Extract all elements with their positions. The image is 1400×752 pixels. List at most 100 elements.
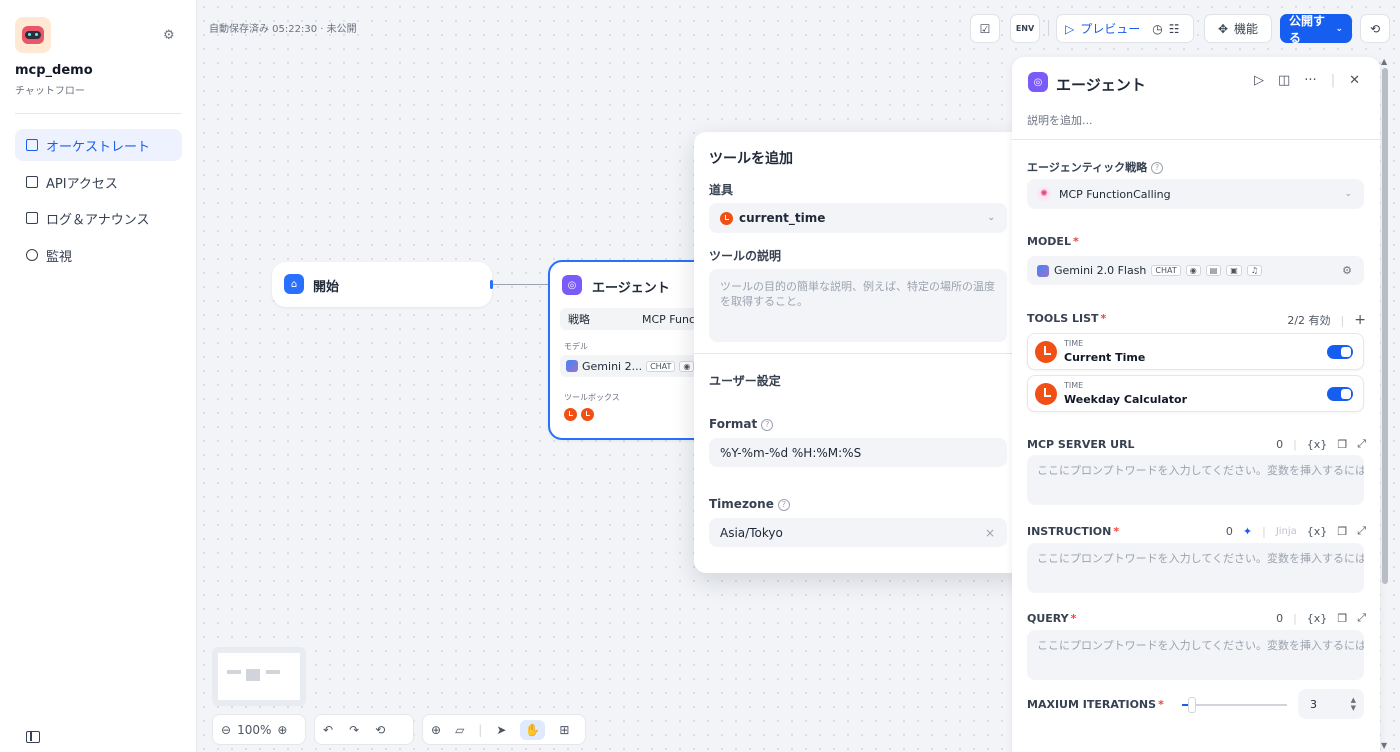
sparkle-icon[interactable]: ✦ [1243, 525, 1252, 538]
model-settings-icon[interactable]: ⚙ [1342, 264, 1352, 277]
tool-toggle[interactable] [1327, 387, 1353, 401]
required-mark: * [1113, 525, 1120, 538]
copy-icon[interactable]: ❐ [1337, 525, 1347, 538]
tool-separator: | [478, 722, 483, 737]
terminal-icon [26, 176, 38, 188]
iterations-input[interactable]: 3 ▲ ▼ [1298, 689, 1364, 719]
app-icon[interactable] [15, 17, 51, 53]
sidebar-divider [15, 113, 182, 114]
slider-handle[interactable] [1188, 697, 1196, 713]
format-input[interactable]: %Y-%m-%d %H:%M:%S [709, 438, 1007, 467]
timezone-select[interactable]: Asia/Tokyo × [709, 518, 1007, 547]
description-input[interactable]: 説明を追加... [1027, 112, 1093, 128]
add-node-icon[interactable]: ⊕ [431, 723, 441, 737]
help-icon[interactable]: ? [777, 499, 790, 511]
instruction-input[interactable]: ここにプロンプトワードを入力してください。変数を挿入するには「{」を、... [1027, 543, 1364, 593]
mcp-url-label: MCP SERVER URL [1027, 438, 1135, 451]
history-icon[interactable]: ⟲ [375, 723, 385, 737]
env-button[interactable]: ENV [1010, 14, 1040, 43]
add-tool-icon[interactable]: + [1354, 312, 1366, 328]
expand-icon[interactable]: ⤢ [1357, 437, 1366, 451]
iterations-label-text: MAXIUM ITERATIONS [1027, 698, 1157, 711]
orchestrate-icon [26, 139, 38, 151]
start-node[interactable]: ⌂ 開始 [272, 262, 492, 307]
chevron-down-icon: ⌄ [987, 213, 995, 223]
tool-category: TIME [1064, 339, 1084, 348]
sidebar-item-logs[interactable]: ログ＆アナウンス [15, 202, 182, 234]
jinja-toggle[interactable]: Jinja [1276, 526, 1297, 537]
model-select[interactable]: Gemini 2.0 Flash CHAT ◉ ▤ ▣ ♫ ⚙ [1027, 256, 1364, 285]
help-icon[interactable]: ? [761, 419, 774, 431]
sidebar-item-label: オーケストレート [46, 139, 151, 155]
history-icon: ◷ [1152, 21, 1163, 36]
tool-value: current_time [739, 211, 826, 225]
iterations-slider[interactable] [1182, 697, 1287, 713]
tool-desc-input[interactable]: ツールの目的の簡単な説明、例えば、特定の場所の温度を取得すること。 [709, 269, 1007, 342]
tool-select[interactable]: current_time ⌄ [709, 203, 1007, 233]
publish-button[interactable]: 公開する ⌄ [1280, 14, 1352, 45]
strategy-select[interactable]: ✺ MCP FunctionCalling ⌄ [1027, 179, 1364, 209]
tool-toggle[interactable] [1327, 345, 1353, 359]
tools-count: 2/2 有効 [1287, 314, 1331, 327]
iterations-value: 3 [1310, 697, 1317, 711]
variable-icon[interactable]: {x} [1307, 438, 1328, 451]
sidebar-collapse-icon[interactable] [26, 731, 40, 743]
tool-card-current-time[interactable]: TIME Current Time [1027, 333, 1364, 370]
add-note-icon[interactable]: ▱ [455, 723, 464, 737]
node-handle[interactable] [490, 280, 493, 289]
redo-icon[interactable]: ↷ [349, 723, 359, 737]
zoom-in-icon[interactable]: ⊕ [277, 723, 287, 737]
features-button[interactable]: ✥ 機能 [1204, 14, 1272, 43]
node-title: エージェント [592, 281, 670, 296]
close-icon[interactable]: ✕ [1349, 73, 1360, 88]
hand-icon[interactable]: ✋ [520, 719, 546, 740]
agent-node[interactable]: ◎ エージェント 戦略 MCP Func モデル Gemini 2... CHA… [548, 260, 718, 440]
zoom-level[interactable]: 100% [237, 723, 271, 737]
expand-icon[interactable]: ⤢ [1357, 611, 1366, 625]
minimap[interactable] [212, 647, 306, 706]
sidebar-item-monitor[interactable]: 監視 [15, 239, 182, 271]
help-icon[interactable]: ? [1151, 162, 1164, 174]
strategy-value: MCP Func [642, 312, 696, 326]
stepper-icon[interactable]: ▲ ▼ [1351, 696, 1356, 712]
copy-icon[interactable]: ❐ [1337, 612, 1347, 625]
organize-icon[interactable]: ⊞ [559, 723, 569, 737]
scroll-down-icon[interactable]: ▼ [1381, 741, 1387, 750]
undo-icon[interactable]: ↶ [323, 723, 333, 737]
canvas-tools: ⊕ ▱ | ➤ ✋ ⊞ [422, 714, 586, 745]
tools-header-actions: 2/2 有効 | + [1287, 312, 1366, 328]
required-mark: * [1070, 612, 1077, 625]
run-icon[interactable]: ▷ [1254, 73, 1264, 88]
copy-icon[interactable]: ❐ [1337, 438, 1347, 451]
app-settings-icon[interactable]: ⚙ [163, 28, 175, 43]
more-icon[interactable]: ··· [1304, 73, 1316, 88]
add-tool-popup: ツールを追加 道具 current_time ⌄ ツールの説明 ツールの目的の簡… [694, 132, 1022, 573]
tool-name: Current Time [1064, 351, 1146, 364]
sidebar-item-api-access[interactable]: APIアクセス [15, 166, 182, 198]
history-icon: ⟲ [1369, 21, 1381, 36]
sidebar-item-orchestrate[interactable]: オーケストレート [15, 129, 182, 161]
preview-label: プレビュー [1080, 22, 1141, 36]
query-input[interactable]: ここにプロンプトワードを入力してください。変数を挿入するには「{」を、... [1027, 630, 1364, 680]
pointer-icon[interactable]: ➤ [496, 723, 506, 737]
split-view-icon[interactable]: ◫ [1278, 73, 1290, 88]
preview-button[interactable]: ▷ プレビュー ◷ ☷ [1056, 14, 1194, 43]
zoom-out-icon[interactable]: ⊖ [221, 723, 231, 737]
toolbox-icons [564, 408, 594, 421]
panel-scrollbar[interactable] [1382, 68, 1388, 584]
timezone-label-text: Timezone [709, 497, 774, 511]
variable-icon[interactable]: {x} [1307, 525, 1328, 538]
agent-icon: ◎ [1028, 72, 1048, 92]
clear-icon[interactable]: × [985, 526, 995, 540]
mcp-url-input[interactable]: ここにプロンプトワードを入力してください。変数を挿入するには「{」を、... [1027, 455, 1364, 505]
clock-icon [564, 408, 577, 421]
tool-card-weekday-calculator[interactable]: TIME Weekday Calculator [1027, 375, 1364, 412]
scroll-up-icon[interactable]: ▲ [1381, 57, 1387, 66]
expand-icon[interactable]: ⤢ [1357, 524, 1366, 538]
version-history-button[interactable]: ⟲ [1360, 14, 1390, 43]
agent-icon: ◎ [562, 275, 582, 295]
env-icon: ENV [1015, 24, 1035, 33]
checklist-button[interactable]: ☑ [970, 14, 1000, 43]
query-label: QUERY * [1027, 612, 1076, 625]
variable-icon[interactable]: {x} [1307, 612, 1328, 625]
